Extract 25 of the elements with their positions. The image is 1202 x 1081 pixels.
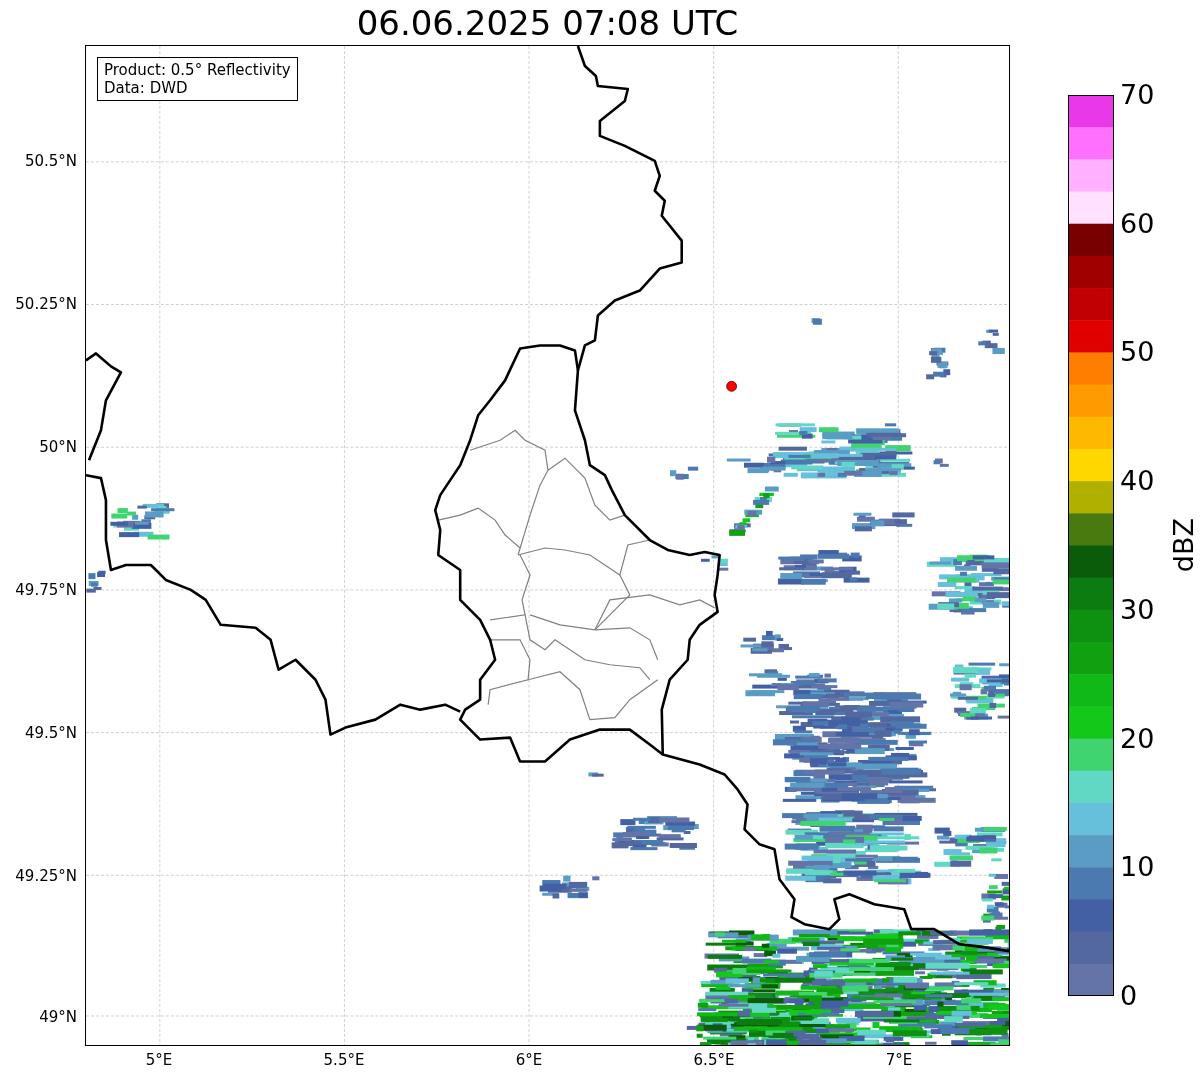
latitude-label: 50°N [39, 438, 77, 456]
longitude-label: 5.5°E [323, 1051, 365, 1069]
colorbar-tick-label: 10 [1120, 851, 1155, 884]
colorbar-tick-label: 20 [1120, 722, 1155, 755]
colorbar-tick-label: 30 [1120, 593, 1155, 626]
colorbar-tick-label: 50 [1120, 336, 1155, 369]
colorbar-tick-label: 40 [1120, 465, 1155, 498]
info-text: Data: DWD [104, 79, 189, 97]
colorbar-label: dBZ [1168, 518, 1200, 573]
latitude-label: 50.5°N [24, 152, 77, 170]
longitude-label: 6.5°E [693, 1051, 735, 1069]
colorbar-tick-label: 60 [1120, 207, 1155, 240]
radar-site-marker [726, 380, 737, 392]
colorbar-tick-label: 0 [1120, 980, 1138, 1012]
latitude-label: 49.25°N [15, 867, 77, 885]
latitude-label: 49.75°N [15, 581, 77, 599]
latitude-label: 49°N [39, 1008, 77, 1026]
latitude-label: 49.5°N [24, 724, 77, 742]
colorbar-tick-label: 70 [1120, 79, 1155, 111]
longitude-label: 7°E [885, 1051, 913, 1069]
chart-title: 06.06.2025 07:08 UTC [356, 3, 739, 45]
info-text: Product: 0.5° Reflectivity [104, 61, 291, 79]
longitude-label: 5°E [145, 1051, 173, 1069]
longitude-label: 6°E [515, 1051, 543, 1069]
latitude-label: 50.25°N [15, 295, 77, 313]
